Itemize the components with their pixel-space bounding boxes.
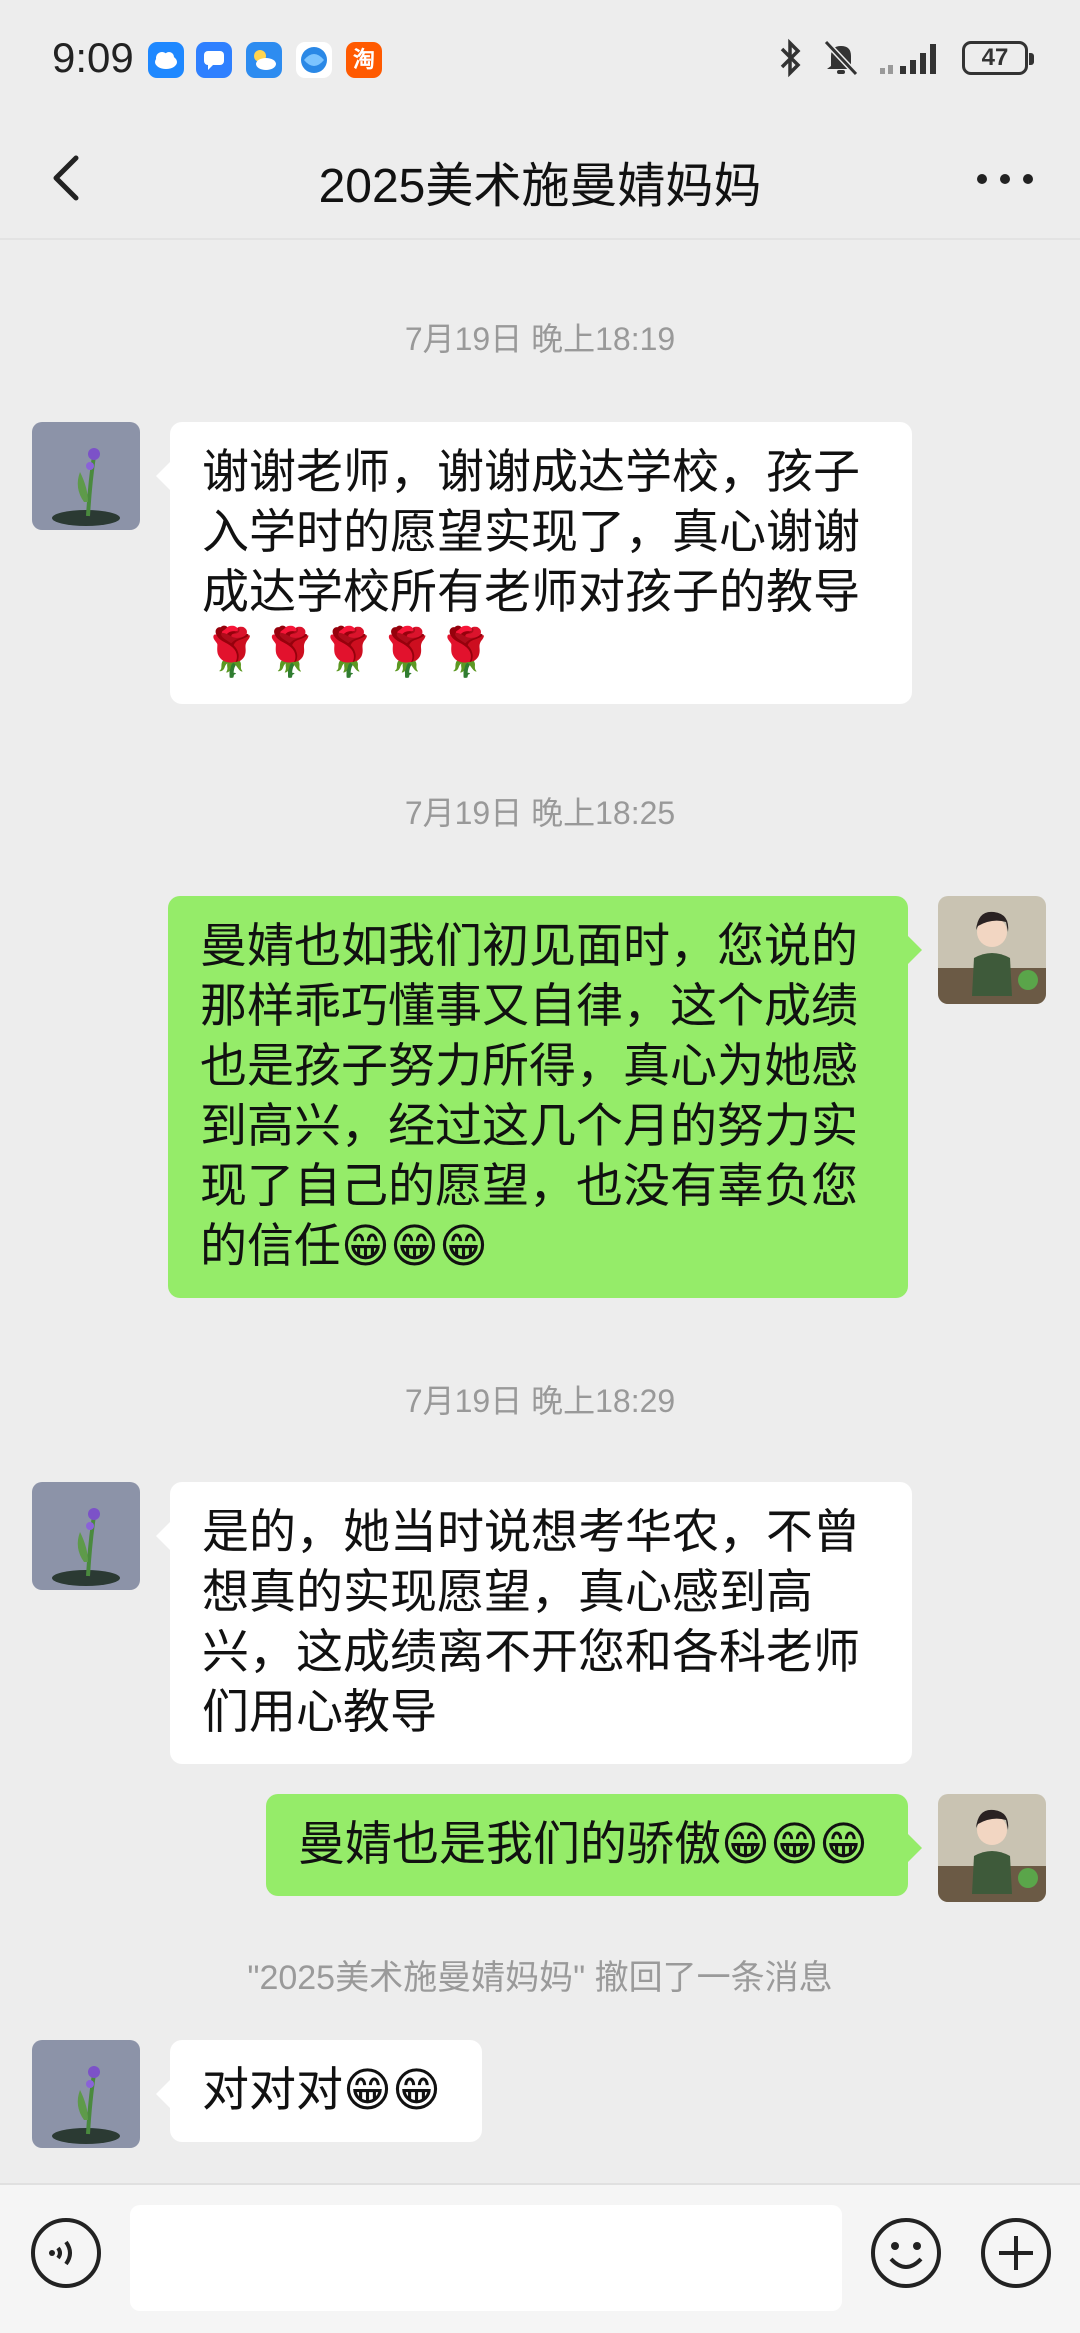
contact-avatar[interactable] [32,1482,140,1590]
message-app-icon [196,42,232,78]
incoming-message-bubble[interactable]: 谢谢老师，谢谢成达学校，孩子入学时的愿望实现了，真心谢谢成达学校所有老师对孩子的… [156,422,912,704]
cloud-app-icon [148,42,184,78]
outgoing-message-bubble[interactable]: 曼婧也是我们的骄傲😁😁😁 [266,1794,922,1896]
incoming-message-bubble[interactable]: 对对对😁😁 [156,2040,482,2142]
mute-bell-icon [823,39,859,77]
my-avatar[interactable] [938,1794,1046,1902]
input-bar [0,2183,1080,2333]
battery-indicator: 47 [962,41,1034,75]
chat-header: 2025美术施曼婧妈妈 [0,120,1080,238]
recall-notice: "2025美术施曼婧妈妈" 撤回了一条消息 [247,1959,833,1997]
browser-app-icon [296,42,332,78]
incoming-message-bubble[interactable]: 是的，她当时说想考华农，不曾想真的实现愿望，真心感到高兴，这成绩离不开您和各科老… [156,1482,912,1764]
bluetooth-icon [780,38,801,78]
status-right: 47 [778,38,1034,78]
contact-avatar[interactable] [32,2040,140,2148]
taobao-app-icon: 淘 [346,42,382,78]
my-avatar[interactable] [938,896,1046,1004]
voice-icon[interactable] [28,2215,104,2291]
chat-title: 2025美术施曼婧妈妈 [318,160,762,213]
status-time: 9:09 [52,34,134,81]
more-dots-icon[interactable] [970,154,1040,204]
timestamp: 7月19日 晚上18:29 [404,1383,676,1419]
signal-icon [880,44,936,74]
contact-avatar[interactable] [32,422,140,530]
message-input[interactable] [130,2205,842,2311]
weather-app-icon [246,42,282,78]
timestamp: 7月19日 晚上18:25 [404,795,676,831]
plus-icon[interactable] [978,2215,1054,2291]
emoji-icon[interactable] [868,2215,944,2291]
timestamp: 7月19日 晚上18:19 [404,321,676,357]
header-divider [0,238,1080,240]
status-bar: 9:09 淘 47 [0,0,1080,120]
outgoing-message-bubble[interactable]: 曼婧也如我们初见面时，您说的那样乖巧懂事又自律，这个成绩也是孩子努力所得，真心为… [168,896,922,1298]
